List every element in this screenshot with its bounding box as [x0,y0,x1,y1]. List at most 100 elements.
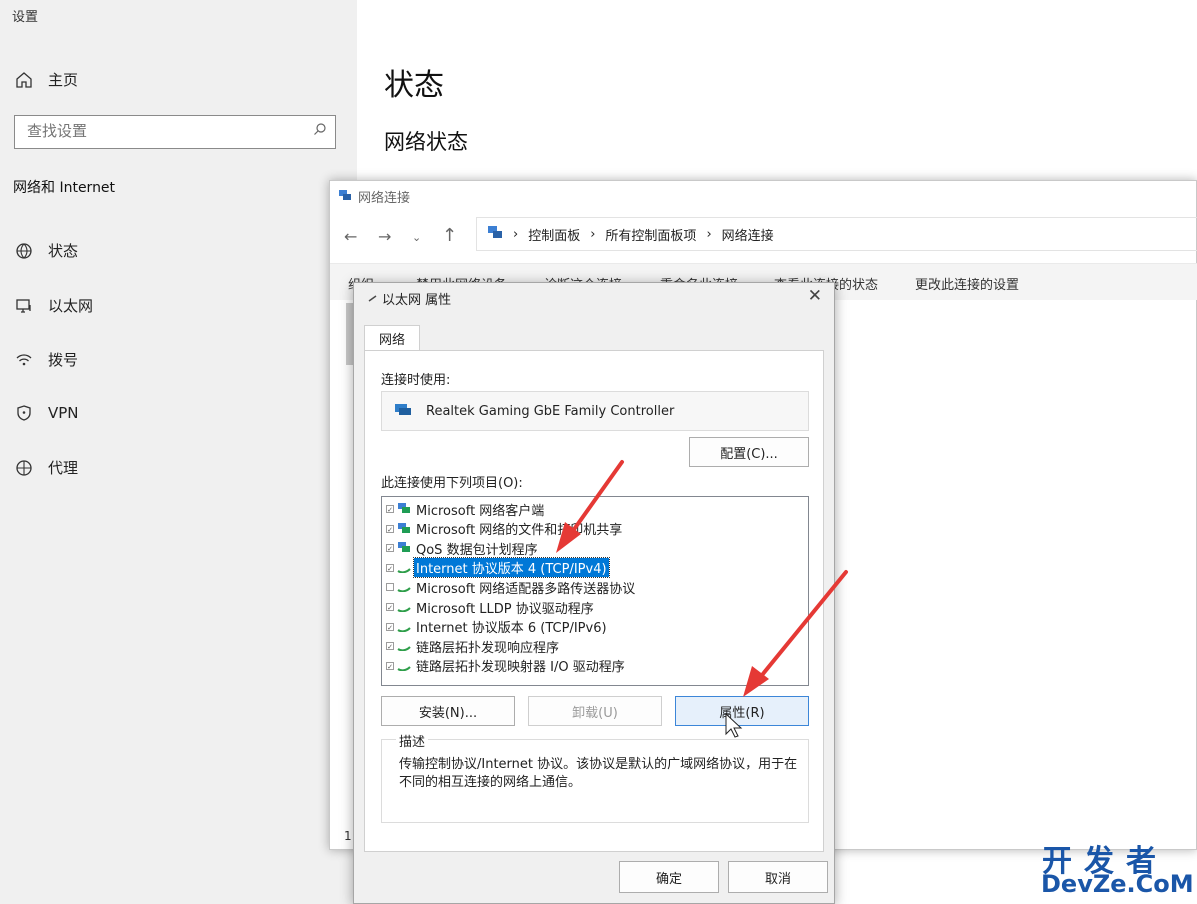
ethernet-adapter-icon [368,291,378,306]
description-group: 描述 传输控制协议/Internet 协议。该协议是默认的广域网络协议，用于在不… [381,731,809,823]
globe-status-icon [14,241,34,261]
protocol-icon [397,542,411,553]
sidebar-item-dialup[interactable]: 拨号 [14,349,78,370]
list-item[interactable]: ✓ 链路层拓扑发现映射器 I/O 驱动程序 [386,657,627,675]
search-icon[interactable] [313,122,327,140]
sidebar-item-home[interactable]: 主页 [14,69,78,90]
search-box[interactable] [14,115,336,149]
list-item[interactable]: ✓ 链路层拓扑发现响应程序 [386,637,561,656]
adapter-box: Realtek Gaming GbE Family Controller [381,391,809,431]
sidebar-item-label: 以太网 [48,297,94,315]
sidebar-item-label: 拨号 [48,351,79,369]
toolbar-change-settings[interactable]: 更改此连接的设置 [915,274,1019,293]
window-title-text: 网络连接 [358,191,411,206]
ethernet-properties-dialog: 以太网 属性 ✕ 网络 连接时使用: Realtek Gaming GbE Fa… [353,282,835,904]
settings-sidebar: 设置 主页 网络和 Internet 状态 以太网 拨号 VP [0,0,357,904]
protocol-icon [397,503,411,514]
ok-button[interactable]: 确定 [619,861,719,893]
protocol-icon [397,641,411,652]
description-caption: 描述 [396,731,429,750]
network-connections-icon [338,189,352,205]
list-item[interactable]: Microsoft 网络适配器多路传送器协议 [386,578,637,597]
list-item-label: Microsoft 网络适配器多路传送器协议 [416,581,636,597]
checkbox[interactable]: ✓ [386,544,394,553]
breadcrumb-item[interactable]: 所有控制面板项 [605,225,696,244]
tab-network[interactable]: 网络 [364,325,420,351]
ethernet-icon [14,296,34,316]
list-item[interactable]: ✓ QoS 数据包计划程序 [386,539,540,558]
item-count: 1 [344,829,352,843]
list-item[interactable]: ✓ Internet 协议版本 4 (TCP/IPv4) [386,557,610,579]
list-item-label: 链路层拓扑发现响应程序 [416,640,560,656]
network-adapter-icon [394,402,412,420]
forward-arrow-icon[interactable]: → [378,227,391,246]
checkbox[interactable]: ✓ [386,563,394,573]
breadcrumb-separator-icon: › [590,226,596,242]
list-item[interactable]: ✓ Microsoft 网络客户端 [386,500,546,519]
page-title: 状态 [384,68,444,103]
list-item-label: QoS 数据包计划程序 [416,542,538,558]
dialup-icon [14,350,34,370]
checkbox[interactable]: ✓ [386,622,394,632]
checkbox[interactable]: ✓ [386,524,394,534]
home-icon [14,70,34,90]
sidebar-item-label: 主页 [48,71,79,89]
back-arrow-icon[interactable]: ← [344,227,357,246]
protocol-icon [397,602,411,612]
cancel-button[interactable]: 取消 [728,861,828,893]
protocol-icon [397,661,411,671]
search-input[interactable] [15,116,319,146]
list-item[interactable]: ✓ Microsoft 网络的文件和打印机共享 [386,520,624,538]
items-label: 此连接使用下列项目(O): [381,476,523,491]
list-item-label: Internet 协议版本 6 (TCP/IPv6) [416,621,607,637]
list-item-label: Microsoft LLDP 协议驱动程序 [416,601,594,617]
sidebar-item-status[interactable]: 状态 [14,240,78,261]
description-text: 传输控制协议/Internet 协议。该协议是默认的广域网络协议，用于在不同的相… [399,757,798,790]
watermark-logo-bottom: DevZe.CoM [1041,870,1194,898]
list-item[interactable]: ✓ Microsoft LLDP 协议驱动程序 [386,598,596,617]
checkbox[interactable]: ✓ [386,603,394,612]
breadcrumb-separator-icon: › [706,226,712,242]
recent-chevron-icon[interactable]: ⌄ [412,231,421,244]
up-arrow-icon[interactable]: ↑ [442,225,457,246]
app-title: 设置 [12,10,39,25]
checkbox[interactable]: ✓ [386,661,394,671]
window-title: 网络连接 [338,187,410,206]
close-icon[interactable]: ✕ [808,286,822,306]
vpn-shield-icon [14,403,34,423]
sidebar-item-vpn[interactable]: VPN [14,403,79,423]
install-button[interactable]: 安装(N)... [381,696,515,726]
control-panel-icon [487,225,503,243]
protocol-icon [397,563,411,573]
properties-button[interactable]: 属性(R) [675,696,809,726]
sidebar-item-label: 状态 [48,242,79,260]
checkbox[interactable]: ✓ [386,505,394,514]
protocol-icon [397,522,411,534]
protocol-icon [397,582,411,593]
dialog-title: 以太网 属性 [368,289,451,308]
page-subtitle: 网络状态 [384,130,468,154]
breadcrumb-separator-icon: › [513,226,519,242]
sidebar-item-ethernet[interactable]: 以太网 [14,295,93,316]
uninstall-button[interactable]: 卸载(U) [528,696,662,726]
components-list[interactable]: ✓ Microsoft 网络客户端 ✓ Microsoft 网络的文件和打印机共享 ✓ Q… [381,496,809,686]
dialog-title-text: 以太网 属性 [382,293,452,308]
connect-using-label: 连接时使用: [381,373,451,388]
sidebar-item-proxy[interactable]: 代理 [14,457,78,478]
list-item-label: Microsoft 网络的文件和打印机共享 [416,523,623,539]
list-item-label: Microsoft 网络客户端 [416,503,545,519]
checkbox[interactable]: ✓ [386,642,394,651]
list-item-label: 链路层拓扑发现映射器 I/O 驱动程序 [416,660,625,676]
proxy-globe-icon [14,458,34,478]
breadcrumb-item[interactable]: 网络连接 [722,225,774,244]
breadcrumb-item[interactable]: 控制面板 [528,225,580,244]
sidebar-item-label: 代理 [48,459,79,477]
address-bar[interactable]: › 控制面板 › 所有控制面板项 › 网络连接 [476,217,1197,251]
list-item-label: Internet 协议版本 4 (TCP/IPv4) [413,557,610,579]
sidebar-item-label: VPN [48,404,79,422]
list-item[interactable]: ✓ Internet 协议版本 6 (TCP/IPv6) [386,618,609,636]
adapter-name: Realtek Gaming GbE Family Controller [426,403,675,419]
protocol-icon [397,622,411,632]
configure-button[interactable]: 配置(C)... [689,437,809,467]
checkbox[interactable] [386,583,394,592]
